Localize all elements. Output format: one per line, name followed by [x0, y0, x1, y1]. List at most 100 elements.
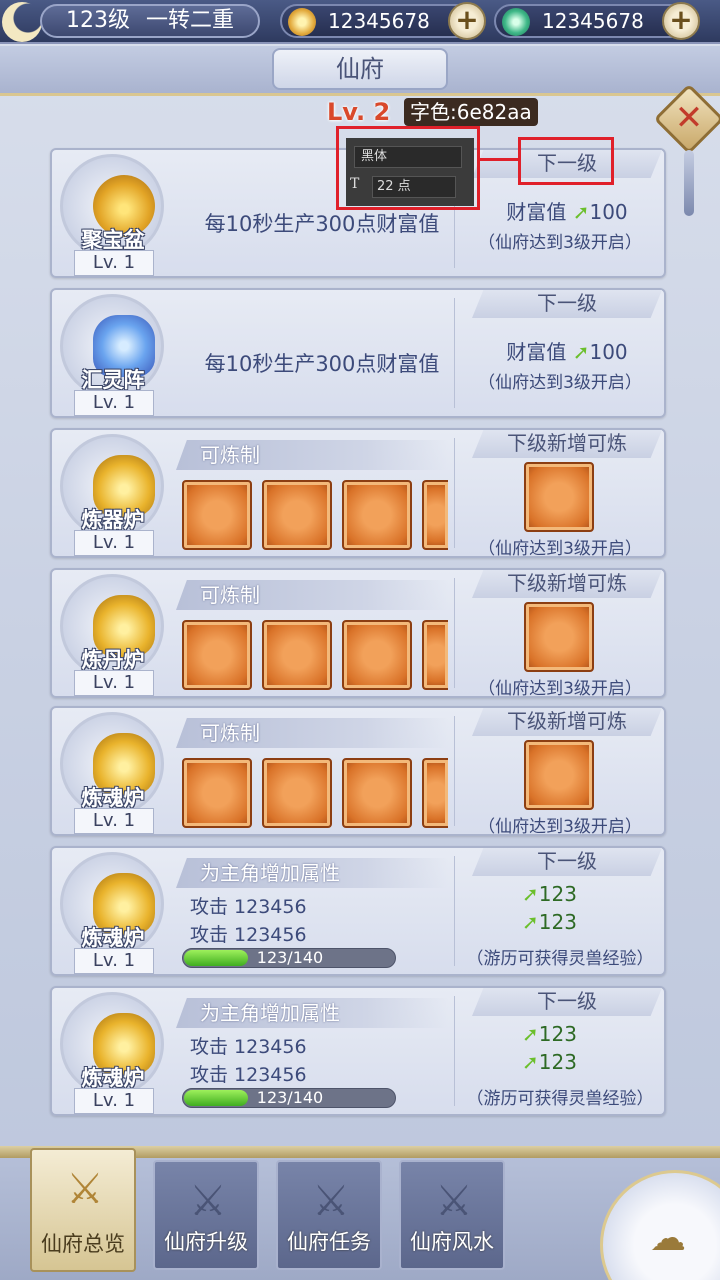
craft-slot[interactable]	[182, 620, 252, 690]
tab-1[interactable]: ⚔ 仙府总览	[30, 1148, 136, 1272]
tab-3[interactable]: ⚔ 仙府任务	[276, 1160, 382, 1270]
wealth-label: 财富值	[506, 200, 567, 224]
tab-label: 仙府总览	[41, 1232, 125, 1256]
next-level-heading: 下级新增可炼	[472, 430, 662, 458]
gold-amount: 12345678	[328, 9, 430, 33]
font-size-field: 22 点	[372, 176, 456, 198]
section-heading: 可炼制	[176, 718, 448, 748]
card-divider	[454, 856, 455, 966]
card-divider	[454, 438, 455, 548]
craft-slot[interactable]	[342, 620, 412, 690]
next-craft-slot[interactable]	[524, 740, 594, 810]
section-heading: 可炼制	[176, 440, 448, 470]
unlock-note: （游历可获得灵兽经验）	[466, 1089, 654, 1109]
annotation-level: Lv. 2	[327, 98, 391, 126]
annotation-box-heading	[518, 137, 614, 185]
craft-slot[interactable]	[342, 758, 412, 828]
building-card: 炼魂炉 Lv. 1 下一级 为主角增加属性 攻击 123456 攻击 123456 123/…	[50, 846, 666, 976]
card-divider	[454, 298, 455, 408]
crossed-swords-icon: ⚔	[312, 1176, 350, 1225]
unlock-note: （仙府达到3级开启）	[478, 679, 642, 699]
arrow-up-icon: ➚	[572, 340, 590, 364]
gain-line: ➚123	[522, 910, 577, 934]
progress-text: 123/140	[256, 948, 324, 967]
font-settings-panel: 黑体 T 22 点	[346, 138, 474, 206]
section-heading: 为主角增加属性	[176, 998, 448, 1028]
craft-slot[interactable]	[262, 620, 332, 690]
unlock-note: （仙府达到3级开启）	[478, 817, 642, 837]
gain-value: 123	[538, 910, 577, 934]
next-level-heading: 下一级	[472, 988, 662, 1016]
gain-value: 123	[538, 1022, 577, 1046]
crossed-swords-icon: ⚔	[435, 1176, 473, 1225]
craft-slot[interactable]	[422, 480, 448, 550]
page-title: 仙府	[272, 48, 448, 90]
next-level-heading: 下级新增可炼	[472, 708, 662, 736]
jade-resource: 12345678 +	[494, 2, 700, 40]
unlock-note: （游历可获得灵兽经验）	[466, 949, 654, 969]
close-icon[interactable]: ✕	[664, 94, 714, 144]
section-heading: 为主角增加属性	[176, 858, 448, 888]
craft-slot[interactable]	[182, 480, 252, 550]
player-realm: 一转二重	[146, 8, 235, 33]
gain-value: 123	[538, 1050, 577, 1074]
arrow-up-icon: ➚	[522, 882, 539, 906]
next-craft-slot[interactable]	[524, 602, 594, 672]
building-card: 炼魂炉 Lv. 1 下级新增可炼 可炼制 （仙府达到3级开启）	[50, 706, 666, 837]
player-level: 123级	[66, 8, 130, 33]
crossed-swords-icon: ⚔	[189, 1176, 227, 1225]
building-level: Lv. 1	[74, 948, 154, 974]
craft-slot[interactable]	[422, 758, 448, 828]
attribute-line: 攻击 123456	[190, 896, 307, 918]
wealth-value: 100	[589, 200, 628, 224]
attribute-line: 攻击 123456	[190, 1064, 307, 1086]
cloud-icon: ☁	[650, 1218, 686, 1259]
top-bar: 123级 一转二重 12345678 + 12345678 +	[0, 0, 720, 44]
moon-icon	[2, 2, 42, 42]
wealth-line: 财富值 ➚100	[472, 196, 662, 225]
experience-progress-bar: 123/140	[182, 948, 396, 968]
tab-2[interactable]: ⚔ 仙府升级	[153, 1160, 259, 1270]
annotation-connector	[478, 158, 518, 161]
player-level-pill[interactable]: 123级 一转二重	[40, 4, 260, 38]
wealth-label: 财富值	[506, 340, 567, 364]
tab-label: 仙府升级	[164, 1230, 248, 1254]
add-gold-button[interactable]: +	[448, 2, 486, 40]
arrow-up-icon: ➚	[522, 910, 539, 934]
card-divider	[454, 996, 455, 1106]
text-size-icon: T	[350, 176, 360, 192]
tab-label: 仙府任务	[287, 1230, 371, 1254]
unlock-note: （仙府达到3级开启）	[478, 233, 642, 253]
section-heading: 可炼制	[176, 580, 448, 610]
tassel-decoration	[684, 150, 694, 216]
building-level: Lv. 1	[74, 670, 154, 696]
building-card: 汇灵阵 Lv. 1 下一级 每10秒生产300点财富值 财富值 ➚100 （仙府达到3级开…	[50, 288, 666, 418]
gain-value: 123	[538, 882, 577, 906]
coin-icon	[288, 8, 316, 36]
craft-slot[interactable]	[262, 480, 332, 550]
craft-slot[interactable]	[342, 480, 412, 550]
annotation-color: 字色:6e82aa	[404, 98, 538, 126]
arrow-up-icon: ➚	[522, 1022, 539, 1046]
gold-resource: 12345678 +	[280, 2, 486, 40]
arrow-up-icon: ➚	[572, 200, 590, 224]
gain-line: ➚123	[522, 882, 577, 906]
craft-slot[interactable]	[262, 758, 332, 828]
jade-icon	[502, 8, 530, 36]
attribute-line: 攻击 123456	[190, 924, 307, 946]
next-craft-slot[interactable]	[524, 462, 594, 532]
craft-slot[interactable]	[182, 758, 252, 828]
unlock-note: （仙府达到3级开启）	[478, 373, 642, 393]
card-divider	[454, 716, 455, 826]
building-card: 炼魂炉 Lv. 1 下一级 为主角增加属性 攻击 123456 攻击 123456 123/…	[50, 986, 666, 1116]
card-divider	[454, 578, 455, 688]
building-level: Lv. 1	[74, 1088, 154, 1114]
building-card: 炼丹炉 Lv. 1 下级新增可炼 可炼制 （仙府达到3级开启）	[50, 568, 666, 699]
craft-slot[interactable]	[422, 620, 448, 690]
add-jade-button[interactable]: +	[662, 2, 700, 40]
arrow-up-icon: ➚	[522, 1050, 539, 1074]
progress-text: 123/140	[256, 1088, 324, 1107]
building-level: Lv. 1	[74, 530, 154, 556]
wealth-line: 财富值 ➚100	[472, 336, 662, 365]
tab-4[interactable]: ⚔ 仙府风水	[399, 1160, 505, 1270]
